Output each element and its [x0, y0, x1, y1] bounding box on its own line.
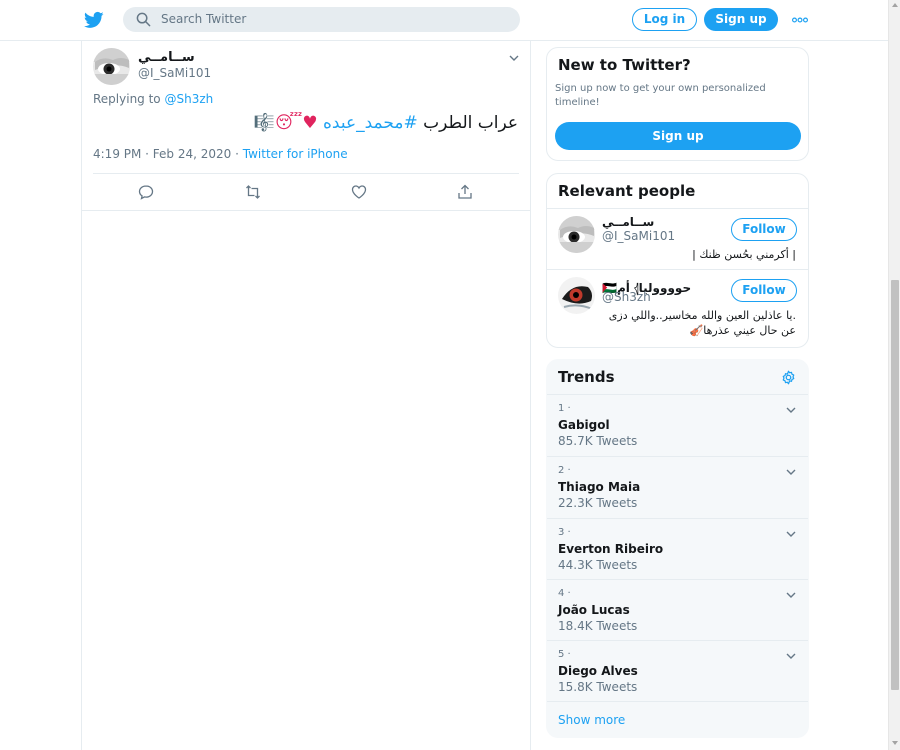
tweet[interactable]: ســامــي @I_SaMi101 Replying to @Sh3zh ع…: [82, 41, 530, 211]
search-icon: [136, 12, 151, 27]
tweet-text-body: عراب الطرب: [423, 113, 518, 133]
trend-rank: 2 ·: [558, 465, 571, 476]
search-input[interactable]: Search Twitter: [123, 7, 520, 32]
top-navigation-bar: Search Twitter Log in Sign up: [0, 0, 888, 41]
trend-rank: 5 ·: [558, 649, 571, 660]
card-title: Relevant people: [558, 182, 696, 200]
card-subtitle: Sign up now to get your own personalized…: [555, 83, 766, 108]
divider: [93, 173, 519, 174]
card-title: New to Twitter?: [558, 56, 691, 74]
main-column: ســامــي @I_SaMi101 Replying to @Sh3zh ع…: [81, 41, 531, 750]
person-item[interactable]: 🇵🇸أم 𓂆حووووليا @Sh3zh Follow .يا عاذلين …: [547, 269, 808, 347]
hashtag-link[interactable]: #محمد_عبده: [323, 113, 418, 133]
trend-count: 18.4K Tweets: [558, 619, 638, 633]
trend-name[interactable]: Gabigol: [558, 418, 610, 432]
person-bio: .يا عاذلين العين والله مخاسير..واللي دزى…: [576, 308, 796, 338]
chevron-down-icon[interactable]: [786, 407, 796, 414]
meta-separator: ·: [231, 147, 243, 161]
card-title: Trends: [558, 368, 615, 386]
trend-rank: 4 ·: [558, 588, 571, 599]
scrollbar[interactable]: [888, 0, 900, 750]
avatar[interactable]: [93, 48, 130, 85]
trend-name[interactable]: Thiago Maia: [558, 480, 640, 494]
trend-name[interactable]: João Lucas: [558, 603, 630, 617]
scrollbar-thumb[interactable]: [891, 280, 899, 690]
chevron-down-icon[interactable]: [786, 469, 796, 476]
share-icon[interactable]: [457, 184, 473, 200]
tweet-text: عراب الطرب #محمد_عبده ♥😴🎼: [254, 113, 518, 133]
trend-item[interactable]: 1 · Gabigol 85.7K Tweets: [547, 394, 808, 456]
trend-count: 44.3K Tweets: [558, 558, 638, 572]
replying-prefix: Replying to: [93, 92, 161, 106]
chevron-down-icon[interactable]: [786, 653, 796, 660]
login-button[interactable]: Log in: [632, 8, 697, 31]
reply-icon[interactable]: [138, 184, 154, 200]
person-bio: | أكرمني بحُسن ظنك |: [576, 247, 796, 262]
trend-item[interactable]: 5 · Diego Alves 15.8K Tweets: [547, 640, 808, 702]
signup-button[interactable]: Sign up: [704, 8, 778, 31]
scroll-up-arrow-icon[interactable]: [892, 3, 898, 7]
tweet-meta: 4:19 PM · Feb 24, 2020 · Twitter for iPh…: [93, 147, 348, 161]
trend-name[interactable]: Everton Ribeiro: [558, 542, 663, 556]
replying-to: Replying to @Sh3zh: [93, 92, 213, 106]
person-name[interactable]: ســامــي: [602, 215, 654, 229]
twitter-bird-icon[interactable]: [83, 10, 105, 30]
person-bio-line: .يا عاذلين العين والله مخاسير..واللي دزى: [608, 309, 796, 322]
scroll-down-arrow-icon[interactable]: [892, 741, 898, 745]
trend-count: 22.3K Tweets: [558, 496, 638, 510]
follow-button[interactable]: Follow: [731, 218, 797, 241]
chevron-down-icon[interactable]: [509, 55, 519, 62]
gear-icon[interactable]: [781, 370, 796, 385]
signup-button-large[interactable]: Sign up: [555, 122, 801, 150]
trend-item[interactable]: 3 · Everton Ribeiro 44.3K Tweets: [547, 518, 808, 580]
show-more-label[interactable]: Show more: [558, 713, 625, 727]
trend-count: 15.8K Tweets: [558, 680, 638, 694]
search-placeholder: Search Twitter: [161, 12, 247, 26]
trend-count: 85.7K Tweets: [558, 434, 638, 448]
person-bio-line: عن حال عيني عذرها🎻: [689, 324, 796, 337]
tweet-source[interactable]: Twitter for iPhone: [243, 147, 348, 161]
person-bio-line: | أكرمني بحُسن ظنك |: [692, 248, 796, 261]
more-dots-icon[interactable]: [792, 13, 808, 27]
avatar-image: [93, 48, 130, 85]
author-handle[interactable]: @I_SaMi101: [138, 66, 211, 80]
tweet-timestamp[interactable]: 4:19 PM · Feb 24, 2020: [93, 147, 231, 161]
person-handle[interactable]: @I_SaMi101: [602, 229, 675, 243]
trend-item[interactable]: 4 · João Lucas 18.4K Tweets: [547, 579, 808, 641]
follow-button[interactable]: Follow: [731, 279, 797, 302]
new-to-twitter-card: New to Twitter? Sign up now to get your …: [546, 47, 809, 161]
relevant-people-card: Relevant people ســامــي @I_SaMi101 Foll…: [546, 173, 809, 348]
trends-card: Trends 1 · Gabigol 85.7K Tweets 2 · Thia…: [546, 359, 809, 738]
chevron-down-icon[interactable]: [786, 531, 796, 538]
tweet-emoji: ♥😴🎼: [253, 113, 318, 133]
author-name[interactable]: ســامــي: [138, 50, 195, 65]
trend-item[interactable]: 2 · Thiago Maia 22.3K Tweets: [547, 456, 808, 518]
trend-rank: 1 ·: [558, 403, 571, 414]
retweet-icon[interactable]: [245, 184, 261, 200]
trend-name[interactable]: Diego Alves: [558, 664, 638, 678]
person-item[interactable]: ســامــي @I_SaMi101 Follow | أكرمني بحُس…: [547, 208, 808, 269]
reply-target-link[interactable]: @Sh3zh: [164, 92, 213, 106]
chevron-down-icon[interactable]: [786, 592, 796, 599]
show-more-link[interactable]: Show more: [547, 701, 808, 737]
like-icon[interactable]: [351, 184, 367, 200]
trend-rank: 3 ·: [558, 527, 571, 538]
person-handle[interactable]: @Sh3zh: [602, 290, 651, 304]
